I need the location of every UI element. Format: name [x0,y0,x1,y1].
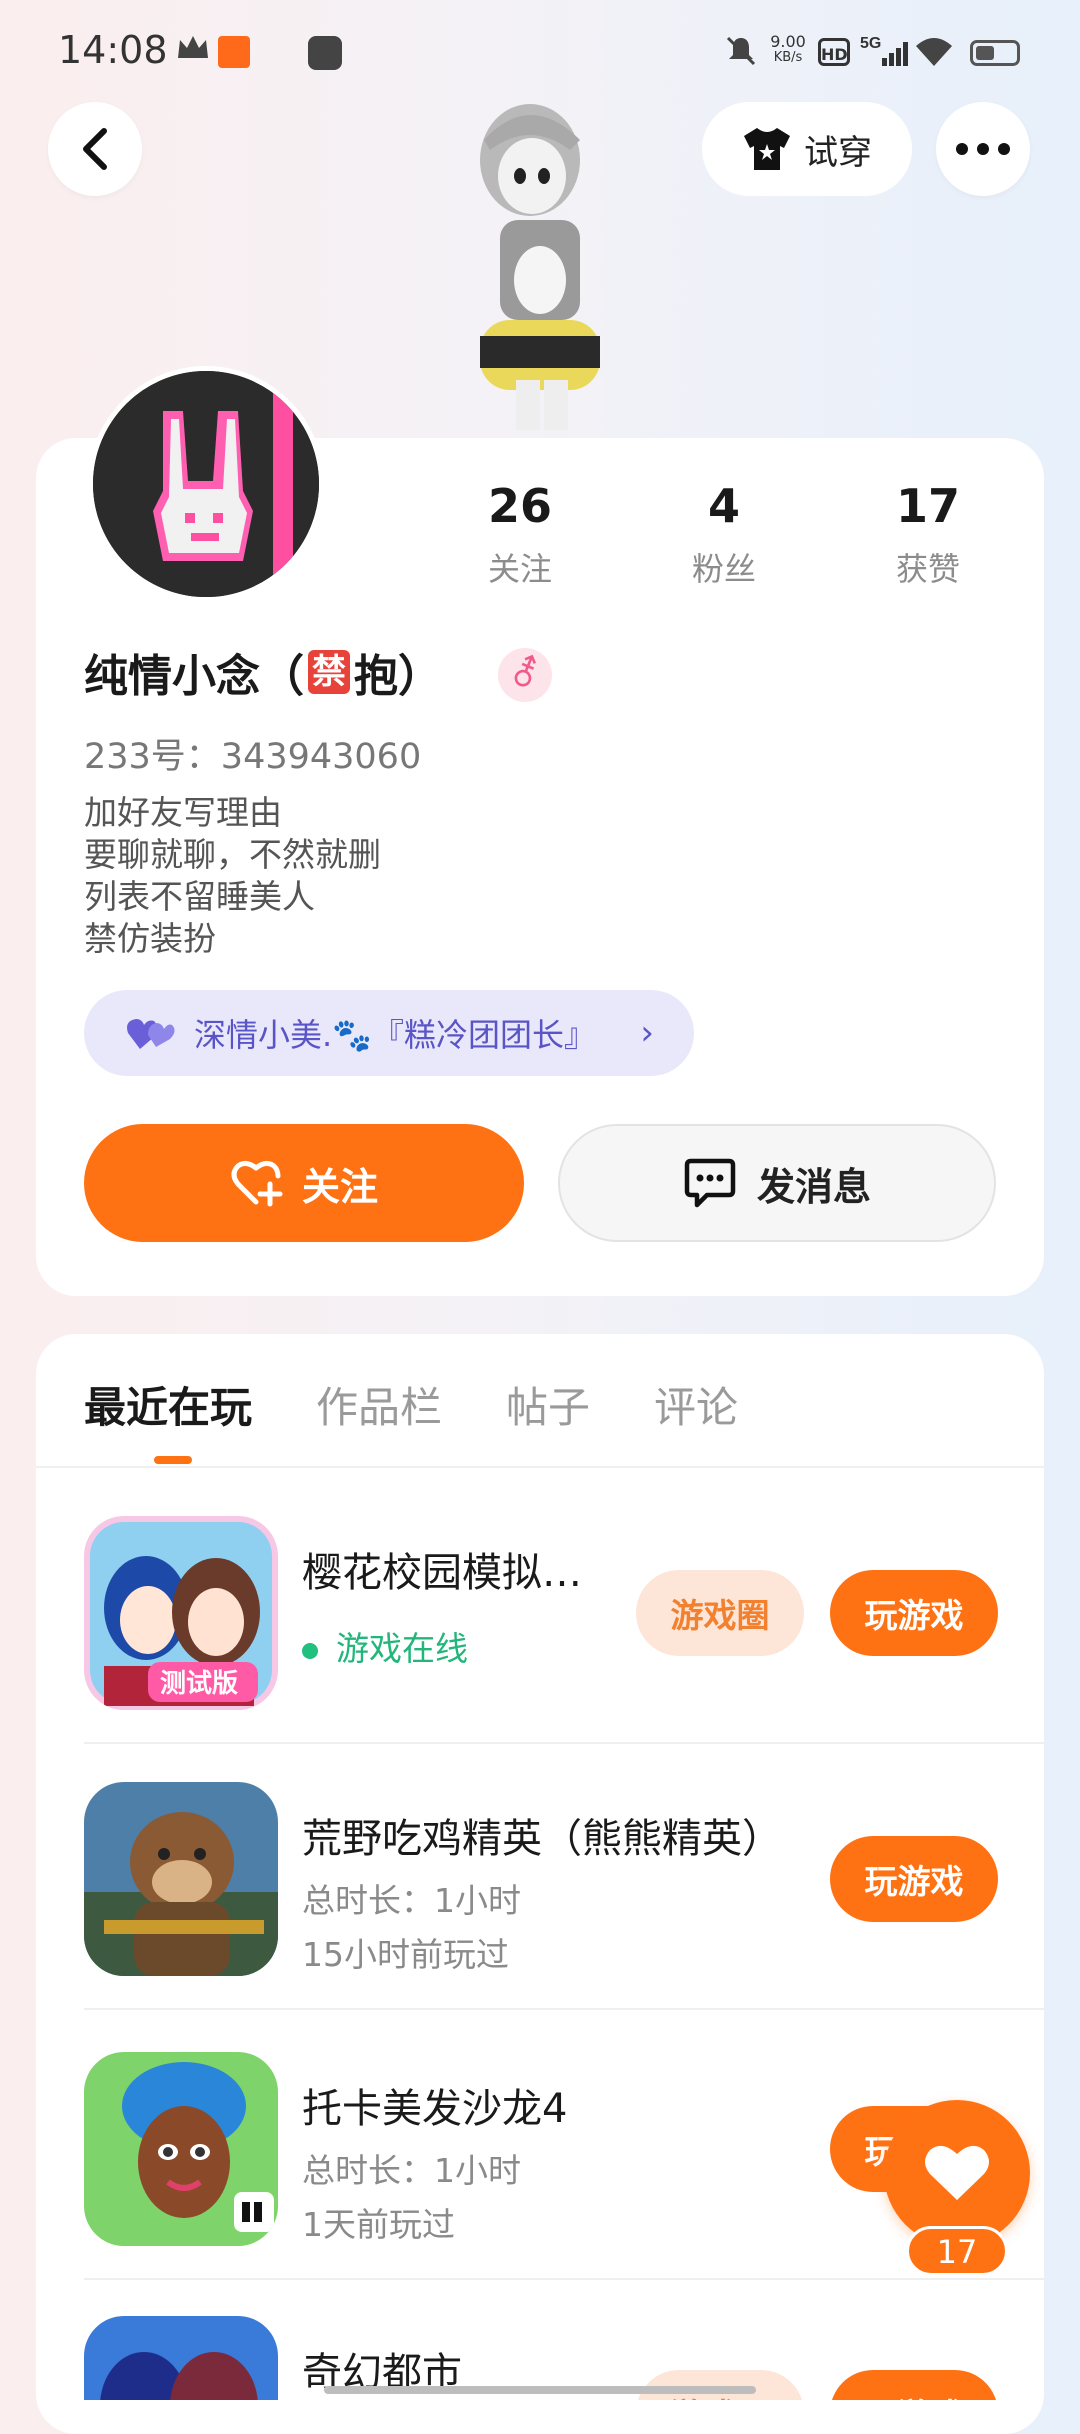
game-circle-button[interactable]: 游戏圈 [636,1570,804,1656]
female-gender-icon: ⚦ [498,648,552,702]
heart-plus-icon [231,1160,283,1207]
tab-comments[interactable]: 评论 [654,1374,738,1435]
battery-icon [970,40,1020,66]
crown-icon [178,36,208,58]
play-game-button[interactable]: 玩游戏 [830,2370,998,2400]
profile-name: 纯情小念（禁抱） [84,650,442,702]
tab-bar: 最近在玩 作品栏 帖子 评论 [84,1374,738,1435]
signal-icon: 5G [860,35,908,66]
avatar[interactable] [88,366,324,602]
wifi-icon [916,38,952,66]
svg-text:5G: 5G [860,35,881,52]
status-time: 14:08 [58,28,168,72]
likes-stat[interactable]: 17 获赞 [848,478,1008,590]
game-title: 托卡美发沙龙4 [302,2086,568,2132]
user-id: 233号：343943060 [84,737,422,777]
play-game-button[interactable]: 玩游戏 [830,1836,998,1922]
game-title: 樱花校园模拟… [302,1550,582,1596]
game-icon-fantasy-city [84,2316,278,2400]
chevron-left-icon [83,128,107,170]
game-row[interactable]: 荒野吃鸡精英（熊熊精英） 总时长：1小时 15小时前玩过 玩游戏 [84,1782,1044,2012]
game-icon-sakura: 测试版 [84,1516,278,1710]
game-online-status: 游戏在线 [302,1622,468,1670]
avatar-character [480,104,600,430]
game-last-played: 1天前玩过 [302,2205,455,2244]
back-button[interactable] [48,102,142,196]
play-game-button[interactable]: 玩游戏 [830,1570,998,1656]
game-title: 荒野吃鸡精英（熊熊精英） [302,1816,782,1862]
message-notification-icon [308,36,342,70]
message-button[interactable]: 发消息 [558,1124,996,1242]
tab-posts[interactable]: 帖子 [506,1374,590,1435]
game-icon-toca-salon [84,2052,278,2246]
hd-icon: HD [818,38,850,66]
game-playtime: 总时长：1小时 [302,1881,521,1920]
bio: 加好友写理由 要聊就聊，不然就删 列表不留睡美人 禁仿装扮 [84,793,381,958]
divider [84,2008,1044,2010]
divider [36,1466,1044,1468]
like-count-badge: 17 [906,2226,1008,2276]
tab-indicator [154,1456,192,1464]
double-heart-icon [127,1019,175,1049]
relationship-tag[interactable]: 深情小美.🐾『糕冷团团长』 › [84,990,694,1076]
divider [84,2278,1044,2280]
try-on-label: 试穿 [804,132,872,173]
chevron-right-icon: › [640,1013,654,1053]
game-row[interactable]: 测试版 樱花校园模拟… 游戏在线 游戏圈 玩游戏 [84,1516,1044,1746]
tab-recent-play[interactable]: 最近在玩 [84,1374,252,1435]
more-button[interactable] [936,102,1030,196]
game-last-played: 15小时前玩过 [302,1935,509,1974]
bunny-avatar-image [93,371,319,597]
heart-icon [925,2145,989,2200]
following-stat[interactable]: 26 关注 [440,478,600,590]
game-circle-button[interactable]: 游戏圈 [636,2370,804,2400]
like-fab-button[interactable] [884,2100,1030,2246]
shirt-icon [744,128,790,170]
chat-bubble-icon [684,1158,736,1208]
followers-stat[interactable]: 4 粉丝 [644,478,804,590]
ban-emoji-badge: 禁 [308,650,350,694]
follow-button[interactable]: 关注 [84,1124,524,1242]
online-dot-icon [302,1642,318,1659]
mute-icon [726,36,756,66]
game-icon-wilderness [84,1782,278,1976]
net-speed: 9.00 KB/s [770,32,806,66]
try-on-button[interactable]: 试穿 [702,102,912,196]
tab-works[interactable]: 作品栏 [316,1374,442,1435]
divider [84,1742,1044,1744]
more-dots-icon [956,143,1010,155]
home-indicator[interactable] [324,2386,756,2394]
svg-text:测试版: 测试版 [160,1669,238,1699]
game-playtime: 总时长：1小时 [302,2151,521,2190]
app-notification-icon [218,36,250,68]
